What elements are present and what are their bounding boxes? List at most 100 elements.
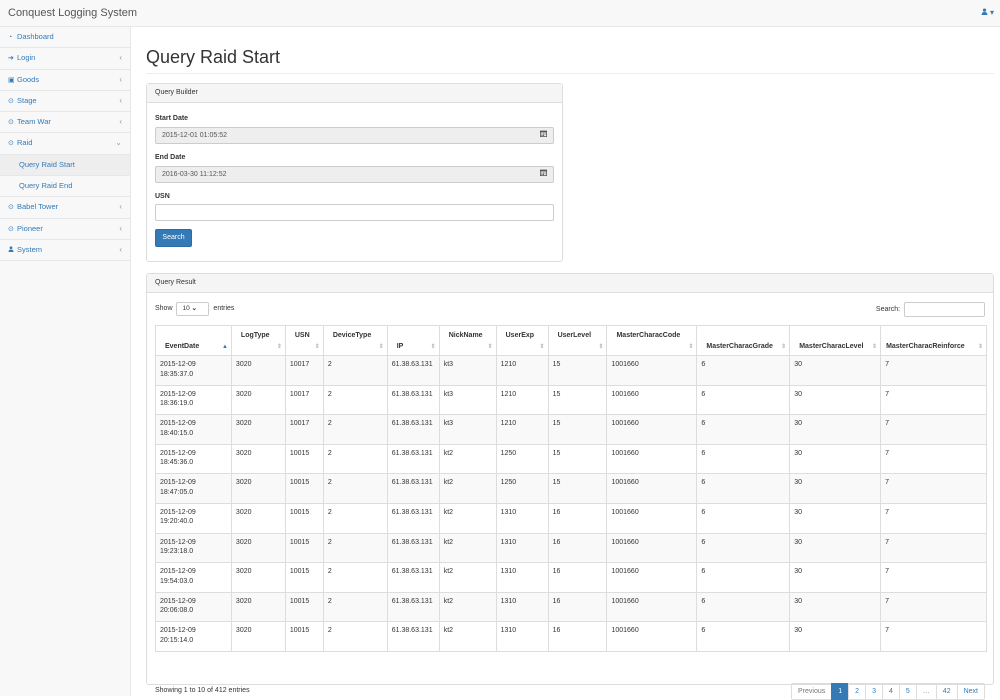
sidebar-item-dashboard[interactable]: ◔ Dashboard bbox=[0, 27, 130, 49]
cell-usn: 10015 bbox=[284, 562, 324, 593]
sidebar-item-label: Pioneer bbox=[17, 223, 43, 233]
sidebar-item-query-raid-end[interactable]: Query Raid End bbox=[0, 176, 130, 198]
pagination-page-4[interactable]: 4 bbox=[881, 683, 900, 700]
cell-devicetype: 2 bbox=[322, 532, 388, 564]
sidebar-item-label: Login bbox=[17, 53, 36, 63]
cell-mastercharaccode: 1001660 bbox=[606, 473, 698, 504]
column-header-eventdate[interactable]: EventDate ▲ bbox=[155, 325, 232, 356]
cell-mastercharaccode: 1001660 bbox=[606, 384, 698, 416]
table-row: 2015-12-09 18:47:05.0 3020 10015 2 61.38.63.… bbox=[155, 473, 987, 504]
pagination-page-42[interactable]: 42 bbox=[935, 683, 958, 700]
search-button[interactable]: Search bbox=[155, 229, 192, 247]
app-title[interactable]: Conquest Logging System bbox=[8, 7, 137, 19]
sidebar-item-raid[interactable]: ⊙ Raid ⌄ bbox=[0, 133, 130, 155]
table-row: 2015-12-09 19:20:40.0 3020 10015 2 61.38.63.… bbox=[155, 502, 987, 534]
cell-mastercharaccode: 1001660 bbox=[606, 414, 698, 445]
sort-icon: ⇕ bbox=[314, 344, 320, 350]
sort-icon: ⇕ bbox=[276, 344, 282, 350]
table-row: 2015-12-09 18:35:37.0 3020 10017 2 61.38.63.… bbox=[155, 355, 987, 386]
column-header-devicetype[interactable]: DeviceType ⇕ bbox=[322, 325, 388, 356]
user-menu[interactable]: ▾ bbox=[981, 8, 994, 17]
panel-heading: Query Builder bbox=[147, 84, 562, 103]
sidebar-item-label: Query Raid End bbox=[19, 181, 73, 191]
pagination-page-3[interactable]: 3 bbox=[865, 683, 883, 700]
calendar-button[interactable] bbox=[534, 166, 554, 183]
column-header-nickname[interactable]: NickName ⇕ bbox=[438, 325, 497, 356]
column-header-userlevel[interactable]: UserLevel ⇕ bbox=[547, 325, 608, 356]
cell-nickname: kt3 bbox=[438, 384, 497, 416]
cell-userlevel: 16 bbox=[547, 621, 608, 652]
cell-usn: 10015 bbox=[284, 621, 324, 652]
sidebar-item-query-raid-start[interactable]: Query Raid Start bbox=[0, 154, 130, 177]
cell-usn: 10015 bbox=[284, 502, 324, 534]
entries-label: entries bbox=[213, 305, 235, 312]
page-size-select[interactable]: 10 ⌄ bbox=[176, 302, 210, 316]
calendar-button[interactable] bbox=[534, 127, 554, 144]
cell-eventdate: 2015-12-09 20:15:14.0 bbox=[155, 621, 232, 652]
cell-mastercharacgrade: 6 bbox=[696, 562, 791, 593]
usn-input[interactable] bbox=[155, 204, 554, 221]
cell-eventdate: 2015-12-09 19:54:03.0 bbox=[155, 562, 232, 593]
chevron-left-icon: ‹ bbox=[119, 117, 122, 127]
cell-nickname: kt2 bbox=[438, 532, 497, 564]
column-header-userexp[interactable]: UserExp ⇕ bbox=[495, 325, 549, 356]
table-info: Showing 1 to 10 of 412 entries bbox=[155, 687, 250, 694]
sort-asc-icon: ▲ bbox=[221, 344, 228, 350]
cell-devicetype: 2 bbox=[322, 384, 388, 416]
cell-mastercharaccode: 1001660 bbox=[606, 621, 698, 652]
end-date-group bbox=[155, 166, 554, 183]
cell-mastercharaccode: 1001660 bbox=[606, 532, 698, 564]
column-header-usn[interactable]: USN ⇕ bbox=[284, 325, 324, 356]
column-header-logtype[interactable]: LogType ⇕ bbox=[230, 325, 286, 356]
sidebar-item-stage[interactable]: ⊙ Stage ‹ bbox=[0, 91, 130, 113]
cell-mastercharaclevel: 30 bbox=[789, 591, 882, 623]
cell-eventdate: 2015-12-09 18:47:05.0 bbox=[155, 473, 232, 504]
sidebar-item-babel-tower[interactable]: ⊙ Babel Tower ‹ bbox=[0, 197, 130, 219]
cell-usn: 10015 bbox=[284, 532, 324, 564]
column-header-mastercharaclevel[interactable]: MasterCharacLevel ⇕ bbox=[789, 325, 882, 356]
cell-mastercharaclevel: 30 bbox=[789, 532, 882, 564]
chevron-left-icon: ‹ bbox=[119, 244, 122, 254]
cell-userlevel: 16 bbox=[547, 562, 608, 593]
cell-userlevel: 16 bbox=[547, 502, 608, 534]
cell-devicetype: 2 bbox=[322, 443, 388, 475]
cell-mastercharacreinforce: 7 bbox=[880, 414, 987, 445]
pagination-page-5[interactable]: 5 bbox=[898, 683, 917, 700]
cell-logtype: 3020 bbox=[230, 502, 286, 534]
cell-eventdate: 2015-12-09 20:06:08.0 bbox=[155, 591, 232, 623]
end-date-input[interactable] bbox=[155, 166, 535, 183]
pagination-next[interactable]: Next bbox=[956, 683, 985, 700]
cell-mastercharacreinforce: 7 bbox=[880, 443, 987, 475]
sidebar-item-label: Query Raid Start bbox=[19, 159, 75, 169]
sidebar-item-login[interactable]: ➔ Login ‹ bbox=[0, 48, 130, 70]
pagination-page-1[interactable]: 1 bbox=[831, 683, 850, 700]
title-divider bbox=[146, 73, 994, 74]
cell-usn: 10015 bbox=[284, 443, 324, 475]
column-header-mastercharaccode[interactable]: MasterCharacCode ⇕ bbox=[606, 325, 698, 356]
cell-mastercharaccode: 1001660 bbox=[606, 502, 698, 534]
cell-devicetype: 2 bbox=[322, 414, 388, 445]
table-search-input[interactable] bbox=[904, 302, 985, 317]
table-row: 2015-12-09 19:54:03.0 3020 10015 2 61.38.63.… bbox=[155, 562, 987, 593]
cell-logtype: 3020 bbox=[230, 562, 286, 593]
pagination-page-2[interactable]: 2 bbox=[848, 683, 867, 700]
pagination-previous[interactable]: Previous bbox=[791, 683, 833, 700]
cell-logtype: 3020 bbox=[230, 621, 286, 652]
cell-userlevel: 15 bbox=[547, 384, 608, 416]
column-header-mastercharacgrade[interactable]: MasterCharacGrade ⇕ bbox=[696, 325, 791, 356]
sort-icon: ⇕ bbox=[598, 344, 604, 350]
start-date-input[interactable] bbox=[155, 127, 535, 144]
cell-usn: 10015 bbox=[284, 591, 324, 623]
user-icon bbox=[981, 8, 988, 15]
chevron-left-icon: ‹ bbox=[119, 202, 122, 212]
page-size-value: 10 bbox=[182, 305, 190, 312]
sidebar-item-team-war[interactable]: ⊙ Team War ‹ bbox=[0, 112, 130, 134]
sidebar-item-pioneer[interactable]: ⊙ Pioneer ‹ bbox=[0, 219, 130, 240]
play-circle-icon: ⊙ bbox=[8, 97, 14, 105]
table-row: 2015-12-09 18:36:19.0 3020 10017 2 61.38.63.… bbox=[155, 384, 987, 416]
cell-userexp: 1310 bbox=[495, 532, 549, 564]
column-header-ip[interactable]: IP ⇕ bbox=[386, 325, 440, 356]
sidebar-item-goods[interactable]: ▣ Goods ‹ bbox=[0, 70, 130, 91]
sidebar-item-system[interactable]: System ‹ bbox=[0, 240, 130, 262]
column-header-mastercharacreinforce[interactable]: MasterCharacReinforce ⇕ bbox=[880, 325, 987, 356]
